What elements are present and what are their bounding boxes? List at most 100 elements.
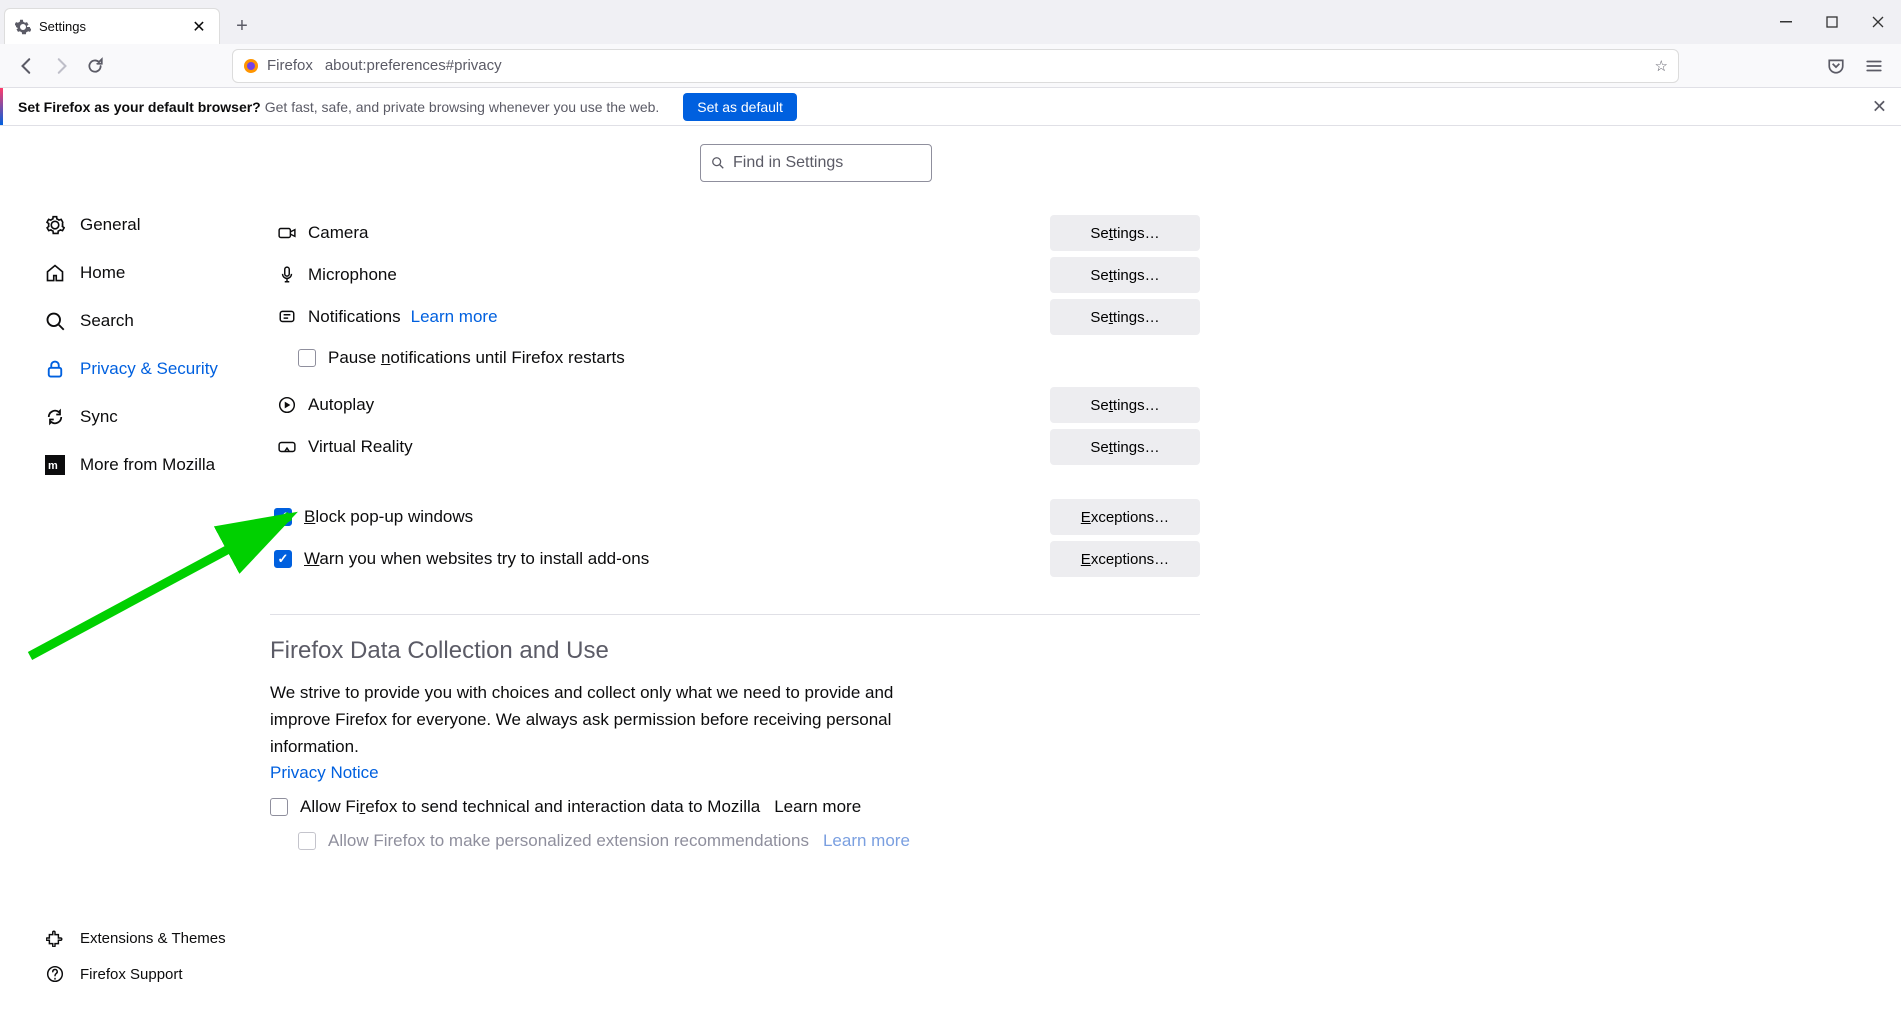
data-collection-desc: We strive to provide you with choices an… xyxy=(270,679,910,761)
popups-exceptions-button[interactable]: Exceptions… xyxy=(1050,499,1200,535)
allow-technical-checkbox[interactable] xyxy=(270,798,288,816)
search-icon xyxy=(44,310,66,332)
back-button[interactable] xyxy=(10,49,44,83)
sync-icon xyxy=(44,406,66,428)
settings-sidebar: General Home Search Privacy & Security S… xyxy=(0,126,260,1013)
allow-recommend-label: Allow Firefox to make personalized exten… xyxy=(328,831,809,851)
autoplay-icon xyxy=(274,396,300,414)
bookmark-star-icon[interactable]: ☆ xyxy=(1655,57,1668,75)
section-divider xyxy=(270,614,1200,615)
allow-technical-row: Allow Firefox to send technical and inte… xyxy=(270,797,1200,817)
window-controls xyxy=(1763,0,1901,44)
sidebar-item-general[interactable]: General xyxy=(44,206,260,244)
vr-settings-button[interactable]: Settings… xyxy=(1050,429,1200,465)
gear-icon xyxy=(44,214,66,236)
sidebar-label: General xyxy=(80,215,140,235)
sidebar-item-search[interactable]: Search xyxy=(44,302,260,340)
sidebar-label: Home xyxy=(80,263,125,283)
browser-tab[interactable]: Settings ✕ xyxy=(4,8,220,44)
sidebar-label: Search xyxy=(80,311,134,331)
sidebar-item-home[interactable]: Home xyxy=(44,254,260,292)
notifications-settings-button[interactable]: Settings… xyxy=(1050,299,1200,335)
learn-more-link[interactable]: Learn more xyxy=(411,307,498,327)
default-bar-desc: Get fast, safe, and private browsing whe… xyxy=(265,99,660,115)
pause-notifications-label: Pause notifications until Firefox restar… xyxy=(328,348,625,368)
block-popups-label: Block pop-up windows xyxy=(304,507,1050,527)
permission-label: Microphone xyxy=(308,265,1050,285)
close-tab-button[interactable]: ✕ xyxy=(189,17,209,37)
sidebar-label: Privacy & Security xyxy=(80,359,218,379)
sidebar-item-privacy[interactable]: Privacy & Security xyxy=(44,350,260,388)
nav-toolbar: Firefox about:preferences#privacy ☆ xyxy=(0,44,1901,88)
permission-row-autoplay: Autoplay Settings… xyxy=(270,384,1200,426)
settings-main: Find in Settings Camera Settings… Microp… xyxy=(260,126,1240,1013)
sidebar-label: Firefox Support xyxy=(80,966,183,983)
tab-strip: Settings ✕ + xyxy=(0,0,1901,44)
maximize-button[interactable] xyxy=(1809,0,1855,44)
permission-row-notifications: Notifications Learn more Settings… xyxy=(270,296,1200,338)
pause-notifications-checkbox[interactable] xyxy=(298,349,316,367)
sidebar-item-more-mozilla[interactable]: m More from Mozilla xyxy=(44,446,260,484)
warn-addons-label: Warn you when websites try to install ad… xyxy=(304,549,1050,569)
learn-more-link: Learn more xyxy=(823,831,910,851)
privacy-notice-link[interactable]: Privacy Notice xyxy=(270,763,1200,783)
default-browser-bar: Set Firefox as your default browser? Get… xyxy=(0,88,1901,126)
notification-icon xyxy=(274,308,300,326)
permission-label: Virtual Reality xyxy=(308,437,1050,457)
svg-text:m: m xyxy=(48,460,58,472)
microphone-icon xyxy=(274,266,300,284)
search-placeholder: Find in Settings xyxy=(733,154,843,172)
set-default-button[interactable]: Set as default xyxy=(683,93,797,121)
autoplay-settings-button[interactable]: Settings… xyxy=(1050,387,1200,423)
learn-more-link[interactable]: Learn more xyxy=(774,797,861,817)
block-popups-row: Block pop-up windows Exceptions… xyxy=(270,496,1200,538)
help-icon xyxy=(44,963,66,985)
reload-button[interactable] xyxy=(78,49,112,83)
allow-recommend-row: Allow Firefox to make personalized exten… xyxy=(298,831,1200,851)
app-menu-button[interactable] xyxy=(1857,49,1891,83)
sidebar-item-extensions[interactable]: Extensions & Themes xyxy=(44,921,260,955)
forward-button[interactable] xyxy=(44,49,78,83)
permission-label: Camera xyxy=(308,223,1050,243)
new-tab-button[interactable]: + xyxy=(226,10,258,42)
sidebar-label: Sync xyxy=(80,407,118,427)
addons-exceptions-button[interactable]: Exceptions… xyxy=(1050,541,1200,577)
home-icon xyxy=(44,262,66,284)
url-text: about:preferences#privacy xyxy=(325,57,1655,74)
microphone-settings-button[interactable]: Settings… xyxy=(1050,257,1200,293)
sidebar-label: Extensions & Themes xyxy=(80,930,226,947)
pocket-icon[interactable] xyxy=(1819,49,1853,83)
pause-notifications-row: Pause notifications until Firefox restar… xyxy=(298,338,1200,378)
sidebar-item-sync[interactable]: Sync xyxy=(44,398,260,436)
dismiss-bar-button[interactable]: ✕ xyxy=(1872,96,1887,117)
search-icon xyxy=(711,156,725,170)
sidebar-item-support[interactable]: Firefox Support xyxy=(44,957,260,991)
lock-icon xyxy=(44,358,66,380)
tab-title: Settings xyxy=(39,19,189,34)
data-collection-title: Firefox Data Collection and Use xyxy=(270,637,1200,665)
close-window-button[interactable] xyxy=(1855,0,1901,44)
permission-label: Autoplay xyxy=(308,395,1050,415)
permission-row-vr: Virtual Reality Settings… xyxy=(270,426,1200,468)
gear-icon xyxy=(15,19,31,35)
minimize-button[interactable] xyxy=(1763,0,1809,44)
allow-technical-label: Allow Firefox to send technical and inte… xyxy=(300,797,760,817)
vr-icon xyxy=(274,438,300,456)
camera-settings-button[interactable]: Settings… xyxy=(1050,215,1200,251)
camera-icon xyxy=(274,224,300,242)
sidebar-label: More from Mozilla xyxy=(80,455,215,475)
puzzle-icon xyxy=(44,927,66,949)
content-area: General Home Search Privacy & Security S… xyxy=(0,126,1901,1013)
allow-recommend-checkbox xyxy=(298,832,316,850)
warn-addons-row: Warn you when websites try to install ad… xyxy=(270,538,1200,580)
url-bar[interactable]: Firefox about:preferences#privacy ☆ xyxy=(232,49,1679,83)
permission-row-microphone: Microphone Settings… xyxy=(270,254,1200,296)
firefox-icon xyxy=(243,58,259,74)
settings-search-input[interactable]: Find in Settings xyxy=(700,144,932,182)
mozilla-icon: m xyxy=(44,454,66,476)
permission-label: Notifications xyxy=(308,307,401,327)
block-popups-checkbox[interactable] xyxy=(274,508,292,526)
identity-label: Firefox xyxy=(267,57,313,74)
warn-addons-checkbox[interactable] xyxy=(274,550,292,568)
permission-row-camera: Camera Settings… xyxy=(270,212,1200,254)
